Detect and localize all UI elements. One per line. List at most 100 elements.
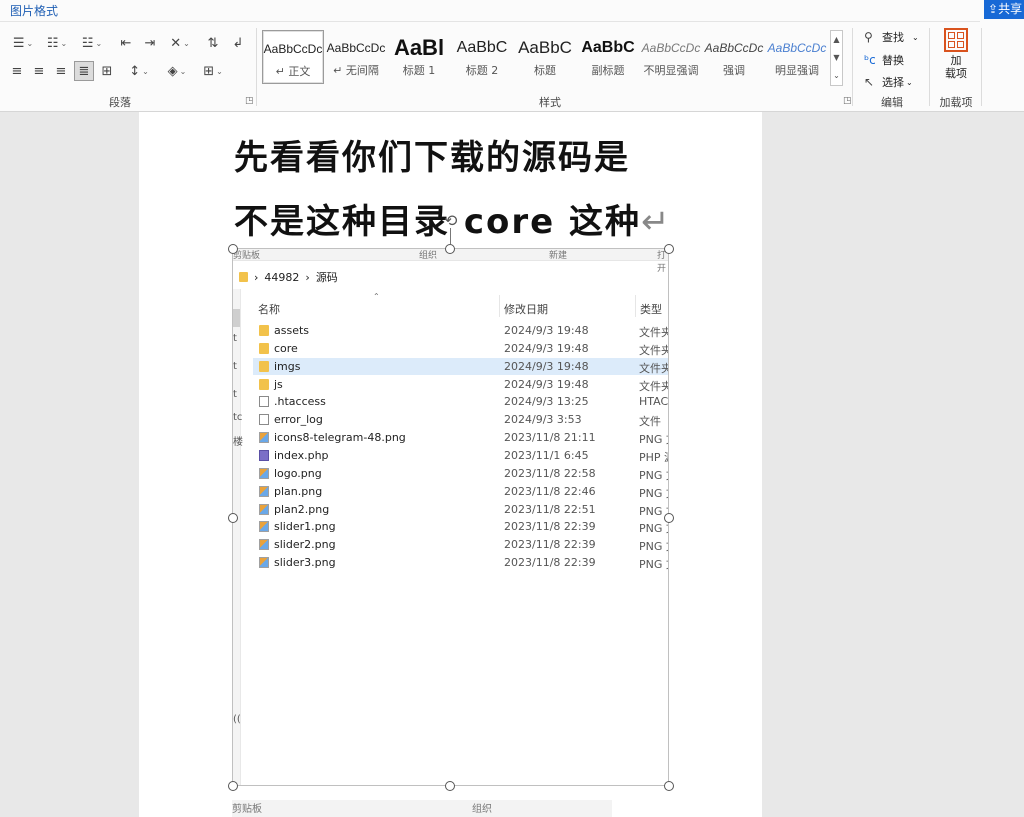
file-type: PNG 文: [639, 522, 668, 536]
document-heading-line-1[interactable]: 先看看你们下载的源码是: [234, 130, 630, 179]
scroll-down-icon[interactable]: ▼: [831, 49, 842, 67]
file-row[interactable]: plan2.png2023/11/8 22:51PNG 文: [253, 501, 668, 518]
file-type: HTACC: [639, 395, 669, 409]
asian-layout-button[interactable]: ✕ ⌄: [165, 33, 195, 53]
resize-handle-right[interactable]: [664, 513, 674, 523]
align-left-icon: ≡: [11, 63, 23, 79]
resize-handle-bottom[interactable]: [445, 781, 455, 791]
folder-icon: [239, 272, 248, 282]
multilevel-list-button[interactable]: ☳ ⌄: [77, 33, 107, 53]
borders-button[interactable]: ⊞ ⌄: [198, 61, 228, 81]
style-item[interactable]: AaBbC 标题 2: [451, 30, 513, 84]
addins-label: 加 载项: [945, 54, 967, 80]
file-row[interactable]: index.php 2023/11/1 6:45 PHP 源: [253, 447, 668, 464]
resize-handle-left[interactable]: [228, 513, 238, 523]
style-item[interactable]: AaBbCcDc 明显强调: [766, 30, 828, 84]
file-icon: [259, 414, 269, 426]
file-name: plan.png: [274, 484, 323, 498]
paragraph-dialog-launcher-icon[interactable]: ◳: [245, 96, 254, 106]
file-date: 2024/9/3 19:48: [504, 377, 589, 391]
styles-dialog-launcher-icon[interactable]: ◳: [843, 96, 852, 106]
chevron-right-icon: ›: [305, 270, 310, 284]
file-date: 2023/11/8 22:39: [504, 520, 596, 534]
more-styles-icon[interactable]: ⌄: [831, 67, 842, 85]
file-type: 文件夹: [639, 326, 669, 339]
style-name: 标题 1: [402, 64, 436, 77]
file-row[interactable]: plan.png 2023/11/8 22:46 PNG 文: [253, 483, 668, 500]
file-row[interactable]: imgs 2024/9/3 19:48 文件夹: [253, 357, 668, 375]
style-item[interactable]: AaBbCcDc 强调: [703, 30, 765, 84]
ribbon-tab-bar: [0, 0, 980, 22]
resize-handle-bottom-right[interactable]: [664, 781, 674, 791]
select-button[interactable]: ↖ 选择 ⌄: [864, 74, 913, 90]
numbered-list-icon: ☷: [46, 35, 59, 51]
resize-handle-bottom-left[interactable]: [228, 781, 238, 791]
replace-button[interactable]: ᵇc 替换: [864, 52, 904, 68]
align-left-button[interactable]: ≡: [8, 61, 26, 81]
align-right-button[interactable]: ≡: [52, 61, 70, 81]
style-item[interactable]: AaBbCcDc ↵ 正文: [262, 30, 324, 84]
style-item[interactable]: AaBbCcDc ↵ 无间隔: [325, 30, 387, 84]
file-row[interactable]: assets 2024/9/3 19:48 文件夹: [253, 322, 669, 339]
align-center-icon: ≡: [33, 63, 45, 79]
chevron-down-icon: ⌄: [912, 32, 919, 42]
file-row[interactable]: .htaccess 2024/9/3 13:25 HTACC: [253, 393, 669, 410]
chevron-down-icon: ⌄: [95, 38, 103, 48]
file-type: 文件: [639, 415, 661, 429]
picture-ribbon-label: 组织: [472, 804, 492, 815]
sort-button[interactable]: ⇅: [203, 33, 223, 53]
resize-handle-top-right[interactable]: [664, 244, 674, 254]
resize-handle-top-left[interactable]: [228, 244, 238, 254]
increase-indent-button[interactable]: ⇥: [140, 33, 160, 53]
picture-overflow-strip: 剪贴板 组织: [232, 800, 612, 817]
style-name: 强调: [723, 64, 745, 77]
file-name: js: [274, 377, 283, 391]
style-item[interactable]: AaBbCcDc 不明显强调: [640, 30, 702, 84]
style-sample: AaBbCcDc: [263, 42, 323, 56]
file-row[interactable]: error_log 2024/9/3 3:53 文件: [253, 411, 668, 429]
bullets-button[interactable]: ☰ ⌄: [8, 33, 38, 53]
style-item[interactable]: AaBbC 副标题: [577, 30, 639, 84]
styles-gallery-scroll[interactable]: ▲ ▼ ⌄: [830, 30, 843, 86]
find-button[interactable]: ⚲ 查找 ⌄: [864, 29, 919, 45]
line-spacing-button[interactable]: ↕ ⌄: [124, 61, 154, 81]
file-row[interactable]: js 2024/9/3 19:48 文件夹: [253, 376, 668, 393]
picture-ribbon-label: 新建: [549, 251, 568, 261]
paragraph-mark: ↵: [641, 202, 672, 242]
file-name: logo.png: [274, 466, 322, 480]
chevron-down-icon: ⌄: [26, 38, 34, 48]
file-row[interactable]: slider2.png 2023/11/8 22:39 PNG 文: [253, 536, 668, 553]
file-row[interactable]: logo.png 2023/11/8 22:58 PNG 文: [253, 465, 668, 482]
folder-icon: [259, 325, 269, 336]
file-row[interactable]: slider1.png 2023/11/8 22:39 PNG 文: [253, 518, 668, 536]
style-name: 副标题: [591, 64, 625, 77]
distributed-button[interactable]: ⊞: [98, 61, 116, 81]
replace-icon: ᵇc: [864, 53, 876, 67]
bullet-list-icon: ☰: [12, 35, 25, 51]
embedded-picture[interactable]: 剪贴板 组织 新建 打开 › 44982 › 源码 t t t tc 楼 (( …: [232, 248, 669, 786]
rotate-handle-icon[interactable]: ⟲: [444, 211, 457, 230]
numbering-button[interactable]: ☷ ⌄: [42, 33, 72, 53]
picture-breadcrumb: › 44982 › 源码: [239, 269, 338, 285]
scroll-up-icon[interactable]: ▲: [831, 31, 842, 49]
tab-picture-format[interactable]: 图片格式: [10, 2, 58, 19]
decrease-indent-button[interactable]: ⇤: [116, 33, 136, 53]
style-name: 明显强调: [775, 64, 819, 77]
share-button[interactable]: ⇪共享: [984, 0, 1024, 19]
image-file-icon: [259, 557, 269, 569]
file-row[interactable]: icons8-telegram-48.png 2023/11/8 21:11 PNG…: [253, 429, 668, 446]
shading-button[interactable]: ◈ ⌄: [162, 61, 192, 81]
file-row[interactable]: slider3.png 2023/11/8 22:39 PNG 文: [253, 554, 668, 571]
resize-handle-top[interactable]: [445, 244, 455, 254]
align-center-button[interactable]: ≡: [30, 61, 48, 81]
file-name: core: [274, 341, 298, 355]
addins-button[interactable]: 加 载项: [935, 28, 977, 88]
style-item[interactable]: AaBl 标题 1: [388, 30, 450, 84]
file-row[interactable]: core 2024/9/3 19:48 文件夹: [253, 340, 668, 357]
select-label: 选择: [882, 76, 904, 89]
group-label-editing: 编辑: [881, 96, 903, 109]
justify-button[interactable]: ≣: [74, 61, 94, 81]
style-item[interactable]: AaBbC 标题: [514, 30, 576, 84]
replace-label: 替换: [882, 54, 904, 67]
show-marks-button[interactable]: ↲: [228, 33, 248, 53]
